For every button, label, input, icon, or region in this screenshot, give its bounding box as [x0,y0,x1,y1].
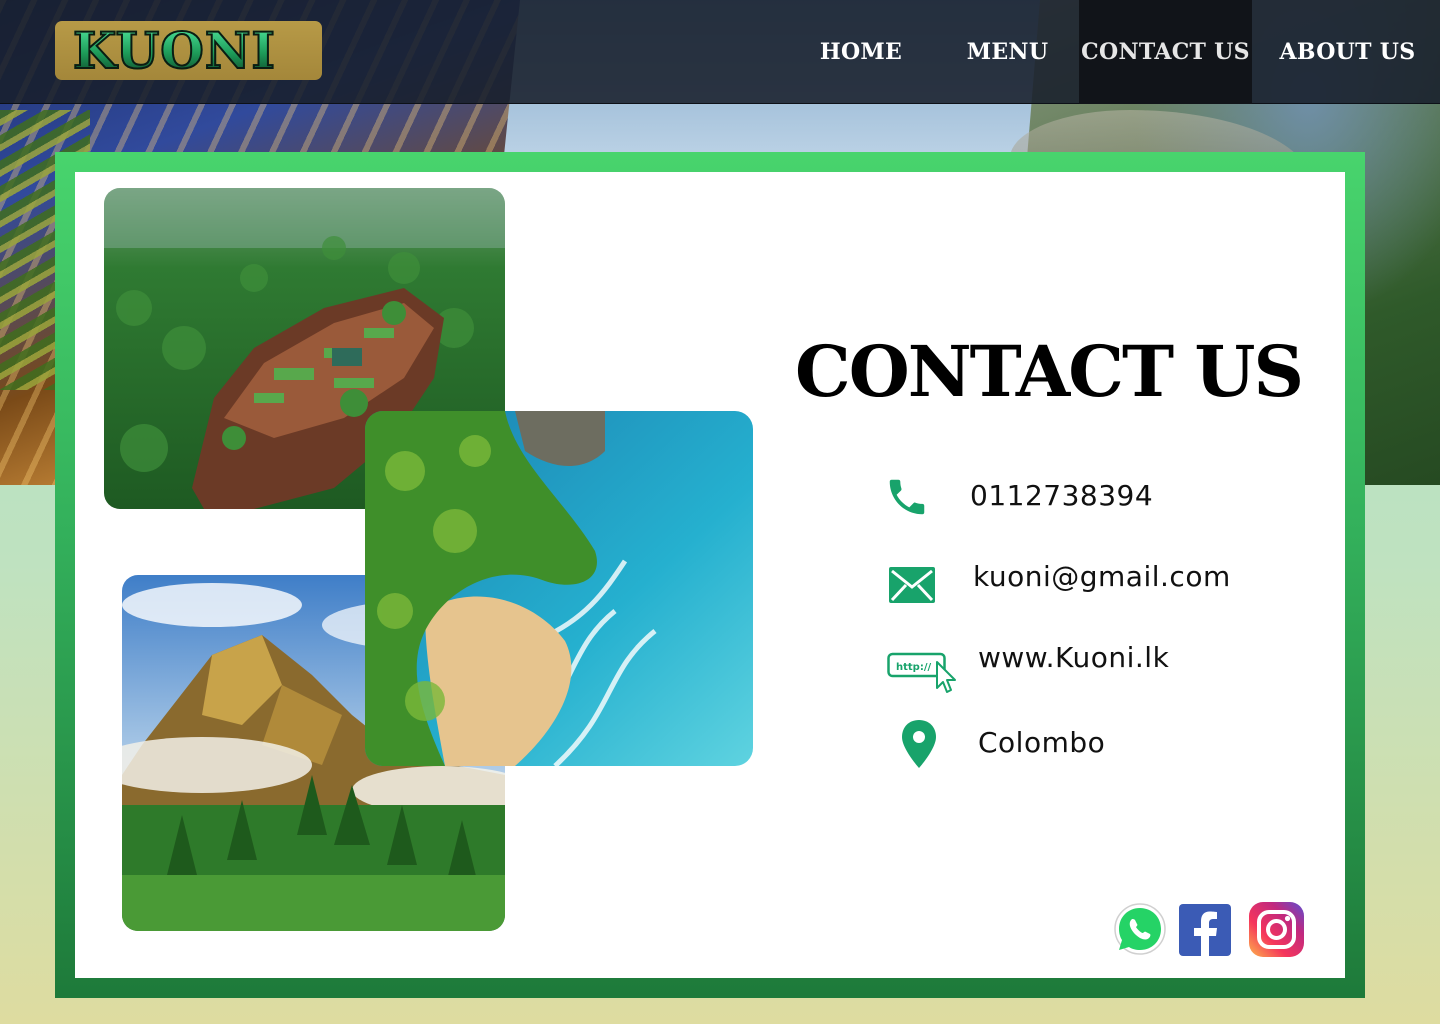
email-address[interactable]: kuoni@gmail.com [973,560,1231,593]
logo-text: KUONI [72,20,276,80]
nav-menu[interactable]: MENU [950,0,1065,104]
nav-home[interactable]: HOME [806,0,916,104]
location-text: Colombo [978,726,1106,759]
page-title: CONTACT US [795,330,1304,413]
mail-icon [888,566,936,604]
coastal-cliff-photo [365,411,753,766]
facebook-icon[interactable] [1179,904,1231,956]
nav-about-us[interactable]: ABOUT US [1270,0,1425,104]
phone-number: 0112738394 [970,479,1154,512]
logo[interactable]: KUONI [55,21,322,80]
web-link-icon-text: http:// [896,662,931,673]
website-url[interactable]: www.Kuoni.lk [978,641,1169,674]
instagram-icon[interactable] [1248,901,1305,958]
whatsapp-icon[interactable] [1113,902,1167,956]
top-navbar: KUONI HOME MENU CONTACT US ABOUT US [0,0,1440,104]
nav-contact-us[interactable]: CONTACT US [1079,0,1252,104]
map-pin-icon [900,719,938,769]
web-link-icon: http:// [887,648,959,696]
phone-icon [884,474,930,520]
